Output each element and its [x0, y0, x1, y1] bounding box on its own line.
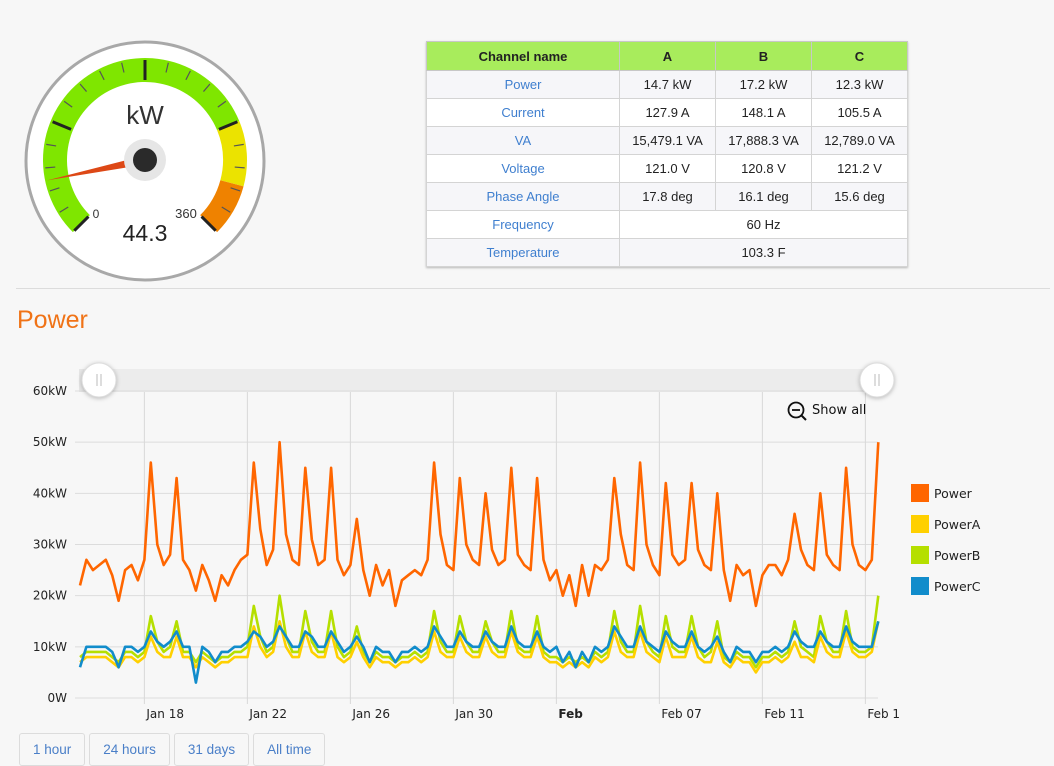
table-row-temperature: Temperature 103.3 F	[426, 238, 908, 267]
gauge-min-label: 0	[93, 207, 100, 221]
cell-c: 15.6 deg	[811, 182, 908, 211]
gauge-value: 44.3	[123, 220, 168, 246]
gauge-hub	[133, 148, 157, 172]
cell-a: 14.7 kW	[619, 70, 716, 99]
cell-a: 15,479.1 VA	[619, 126, 716, 155]
gauge-minor-tick	[234, 166, 245, 169]
y-axis: 0W 10kW 20kW 30kW 40kW 50kW 60kW	[33, 384, 67, 705]
cell-c: 12,789.0 VA	[811, 126, 908, 155]
channel-readings-table: Channel name A B C Power 14.7 kW 17.2 kW…	[426, 41, 908, 267]
legend-item-powerc[interactable]: PowerC	[911, 577, 981, 595]
x-tick-label: Feb 1	[867, 707, 900, 721]
gauge-max-label: 360	[175, 206, 197, 221]
cell-a: 121.0 V	[619, 154, 716, 183]
row-label: Temperature	[426, 238, 620, 267]
y-tick-label: 0W	[48, 691, 68, 705]
power-gauge: kW 0 360 44.3	[24, 40, 266, 282]
cell-b: 17.2 kW	[715, 70, 812, 99]
legend-label: PowerC	[934, 579, 981, 594]
legend-label: PowerB	[934, 548, 980, 563]
header-channel-b: B	[715, 41, 812, 71]
header-channel-c: C	[811, 41, 908, 71]
legend-item-powera[interactable]: PowerA	[911, 515, 981, 533]
range-button-24-hours[interactable]: 24 hours	[89, 733, 170, 766]
table-row-current: Current 127.9 A 148.1 A 105.5 A	[426, 98, 908, 127]
table-row-phase-angle: Phase Angle 17.8 deg 16.1 deg 15.6 deg	[426, 182, 908, 211]
cell-b: 17,888.3 VA	[715, 126, 812, 155]
x-tick-label: Jan 18	[145, 707, 184, 721]
y-tick-label: 30kW	[33, 538, 67, 552]
gauge-minor-tick	[45, 166, 56, 169]
range-button-1-hour[interactable]: 1 hour	[19, 733, 86, 766]
chart-legend: Power PowerA PowerB PowerC	[911, 484, 981, 595]
navigator-handle-right[interactable]	[859, 362, 895, 398]
cell-a: 127.9 A	[619, 98, 716, 127]
series-line-power	[78, 440, 880, 608]
header-channel-name: Channel name	[426, 41, 620, 71]
y-tick-label: 10kW	[33, 640, 67, 654]
table-row-va: VA 15,479.1 VA 17,888.3 VA 12,789.0 VA	[426, 126, 908, 155]
legend-swatch	[911, 546, 929, 564]
row-label: Power	[426, 70, 620, 99]
legend-label: Power	[934, 486, 973, 501]
x-tick-label: Jan 22	[248, 707, 287, 721]
legend-item-power[interactable]: Power	[911, 484, 973, 502]
x-tick-label: Jan 26	[351, 707, 390, 721]
navigator-handle-left[interactable]	[81, 362, 117, 398]
row-label: Current	[426, 98, 620, 127]
show-all-button[interactable]: Show all	[787, 401, 867, 421]
row-label: VA	[426, 126, 620, 155]
table-header-row: Channel name A B C	[426, 41, 908, 71]
x-tick-label: Jan 30	[454, 707, 493, 721]
row-label: Phase Angle	[426, 182, 620, 211]
table-row-frequency: Frequency 60 Hz	[426, 210, 908, 239]
gauge-unit-label: kW	[126, 100, 164, 130]
y-tick-label: 60kW	[33, 384, 67, 398]
legend-swatch	[911, 484, 929, 502]
legend-swatch	[911, 515, 929, 533]
legend-label: PowerA	[934, 517, 981, 532]
show-all-label: Show all	[812, 403, 866, 418]
x-axis: Jan 18 Jan 22 Jan 26 Jan 30 Feb Feb 07 Feb 11 F…	[145, 707, 900, 721]
section-divider	[16, 288, 1050, 289]
header-channel-a: A	[619, 41, 716, 71]
row-label: Frequency	[426, 210, 620, 239]
zoom-out-icon	[787, 401, 807, 421]
cell-a: 17.8 deg	[619, 182, 716, 211]
table-row-voltage: Voltage 121.0 V 120.8 V 121.2 V	[426, 154, 908, 183]
legend-item-powerb[interactable]: PowerB	[911, 546, 980, 564]
y-tick-label: 50kW	[33, 435, 67, 449]
range-button-group: 1 hour 24 hours 31 days All time	[19, 733, 326, 766]
row-label: Voltage	[426, 154, 620, 183]
range-button-all-time[interactable]: All time	[253, 733, 326, 766]
section-title: Power	[17, 306, 88, 334]
cell-c: 12.3 kW	[811, 70, 908, 99]
legend-swatch	[911, 577, 929, 595]
x-tick-label: Feb	[558, 707, 583, 721]
power-chart[interactable]: 0W10kW20kW30kW40kW50kW60kW Jan 18 Jan 22 J…	[0, 360, 1054, 730]
cell-b: 148.1 A	[715, 98, 812, 127]
y-tick-label: 20kW	[33, 589, 67, 603]
table-row-power: Power 14.7 kW 17.2 kW 12.3 kW	[426, 70, 908, 99]
navigator-selection[interactable]	[84, 369, 878, 392]
cell-span-value: 60 Hz	[619, 210, 908, 239]
range-button-31-days[interactable]: 31 days	[173, 733, 250, 766]
cell-b: 120.8 V	[715, 154, 812, 183]
cell-c: 121.2 V	[811, 154, 908, 183]
x-tick-label: Feb 07	[661, 707, 701, 721]
x-tick-label: Feb 11	[764, 707, 804, 721]
cell-span-value: 103.3 F	[619, 238, 908, 267]
y-tick-label: 40kW	[33, 486, 67, 500]
cell-b: 16.1 deg	[715, 182, 812, 211]
cell-c: 105.5 A	[811, 98, 908, 127]
